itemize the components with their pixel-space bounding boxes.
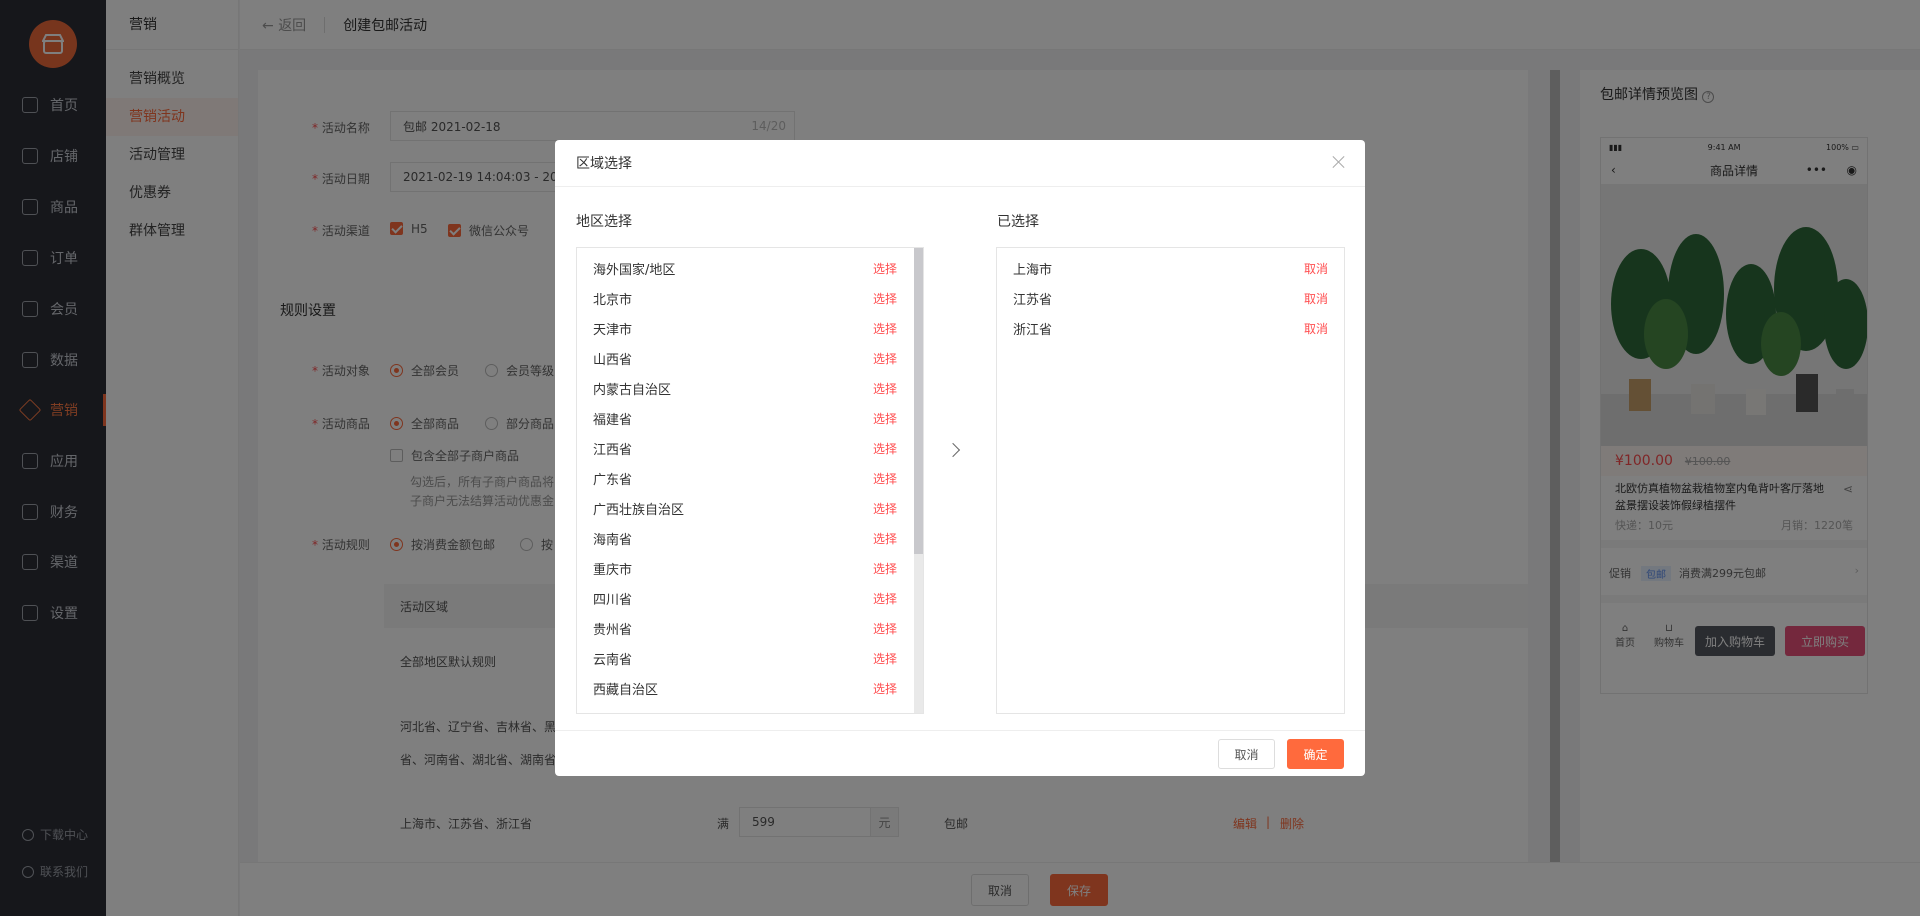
region-name: 重庆市 <box>593 562 633 578</box>
select-region-button[interactable]: 选择 <box>873 530 897 547</box>
select-region-button[interactable]: 选择 <box>873 500 897 517</box>
available-region-item: 海外国家/地区 选择 <box>577 253 923 283</box>
remove-region-button[interactable]: 取消 <box>1304 260 1328 277</box>
available-region-item: 云南省 选择 <box>577 643 923 673</box>
available-region-item: 海南省 选择 <box>577 523 923 553</box>
available-region-item: 广西壮族自治区 选择 <box>577 493 923 523</box>
dialog-header: 区域选择 <box>555 140 1365 187</box>
available-region-item: 北京市 选择 <box>577 283 923 313</box>
select-region-button[interactable]: 选择 <box>873 620 897 637</box>
select-region-button[interactable]: 选择 <box>873 440 897 457</box>
region-name: 上海市 <box>1013 262 1053 278</box>
dialog-title: 区域选择 <box>576 156 632 172</box>
remove-region-button[interactable]: 取消 <box>1304 320 1328 337</box>
region-select-dialog: 区域选择 地区选择 已选择 海外国家/地区 选择 北京市 选择 天津市 选择 山西省 选择 内蒙… <box>555 140 1365 776</box>
chevron-right-icon <box>945 442 961 458</box>
available-regions-list: 海外国家/地区 选择 北京市 选择 天津市 选择 山西省 选择 内蒙古自治区 选择 福建省 选择 江西省… <box>576 247 924 714</box>
select-region-button[interactable]: 选择 <box>873 560 897 577</box>
available-region-item: 江西省 选择 <box>577 433 923 463</box>
select-region-button[interactable]: 选择 <box>873 380 897 397</box>
region-name: 江西省 <box>593 442 633 458</box>
available-region-item: 西藏自治区 选择 <box>577 673 923 703</box>
select-region-button[interactable]: 选择 <box>873 680 897 697</box>
region-name: 浙江省 <box>1013 322 1053 338</box>
region-name: 福建省 <box>593 412 633 428</box>
select-region-button[interactable]: 选择 <box>873 350 897 367</box>
available-region-item: 山西省 选择 <box>577 343 923 373</box>
available-region-item: 四川省 选择 <box>577 583 923 613</box>
select-region-button[interactable]: 选择 <box>873 260 897 277</box>
dialog-cancel-button[interactable]: 取消 <box>1218 739 1275 769</box>
region-name: 天津市 <box>593 322 633 338</box>
selected-region-item: 浙江省 取消 <box>997 313 1344 343</box>
select-region-button[interactable]: 选择 <box>873 650 897 667</box>
selected-region-item: 上海市 取消 <box>997 253 1344 283</box>
available-regions-title: 地区选择 <box>576 214 632 230</box>
dialog-confirm-button[interactable]: 确定 <box>1287 739 1344 769</box>
select-region-button[interactable]: 选择 <box>873 590 897 607</box>
select-region-button[interactable]: 选择 <box>873 410 897 427</box>
list-scrollbar-thumb[interactable] <box>914 248 923 554</box>
available-region-item: 内蒙古自治区 选择 <box>577 373 923 403</box>
selected-regions-list: 上海市 取消 江苏省 取消 浙江省 取消 <box>996 247 1345 714</box>
select-region-button[interactable]: 选择 <box>873 290 897 307</box>
available-region-item: 贵州省 选择 <box>577 613 923 643</box>
available-region-item: 重庆市 选择 <box>577 553 923 583</box>
region-name: 海南省 <box>593 532 633 548</box>
close-icon[interactable] <box>1331 154 1347 170</box>
region-name: 西藏自治区 <box>593 682 659 698</box>
available-region-item: 福建省 选择 <box>577 403 923 433</box>
selected-region-item: 江苏省 取消 <box>997 283 1344 313</box>
region-name: 四川省 <box>593 592 633 608</box>
region-name: 广西壮族自治区 <box>593 502 685 518</box>
available-region-item: 天津市 选择 <box>577 313 923 343</box>
available-region-item: 广东省 选择 <box>577 463 923 493</box>
region-name: 云南省 <box>593 652 633 668</box>
region-name: 贵州省 <box>593 622 633 638</box>
dialog-footer: 取消 确定 <box>555 730 1365 776</box>
region-name: 广东省 <box>593 472 633 488</box>
remove-region-button[interactable]: 取消 <box>1304 290 1328 307</box>
region-name: 江苏省 <box>1013 292 1053 308</box>
region-name: 海外国家/地区 <box>593 262 676 278</box>
select-region-button[interactable]: 选择 <box>873 470 897 487</box>
region-name: 山西省 <box>593 352 633 368</box>
region-name: 北京市 <box>593 292 633 308</box>
selected-regions-title: 已选择 <box>997 214 1039 230</box>
select-region-button[interactable]: 选择 <box>873 320 897 337</box>
region-name: 内蒙古自治区 <box>593 382 672 398</box>
